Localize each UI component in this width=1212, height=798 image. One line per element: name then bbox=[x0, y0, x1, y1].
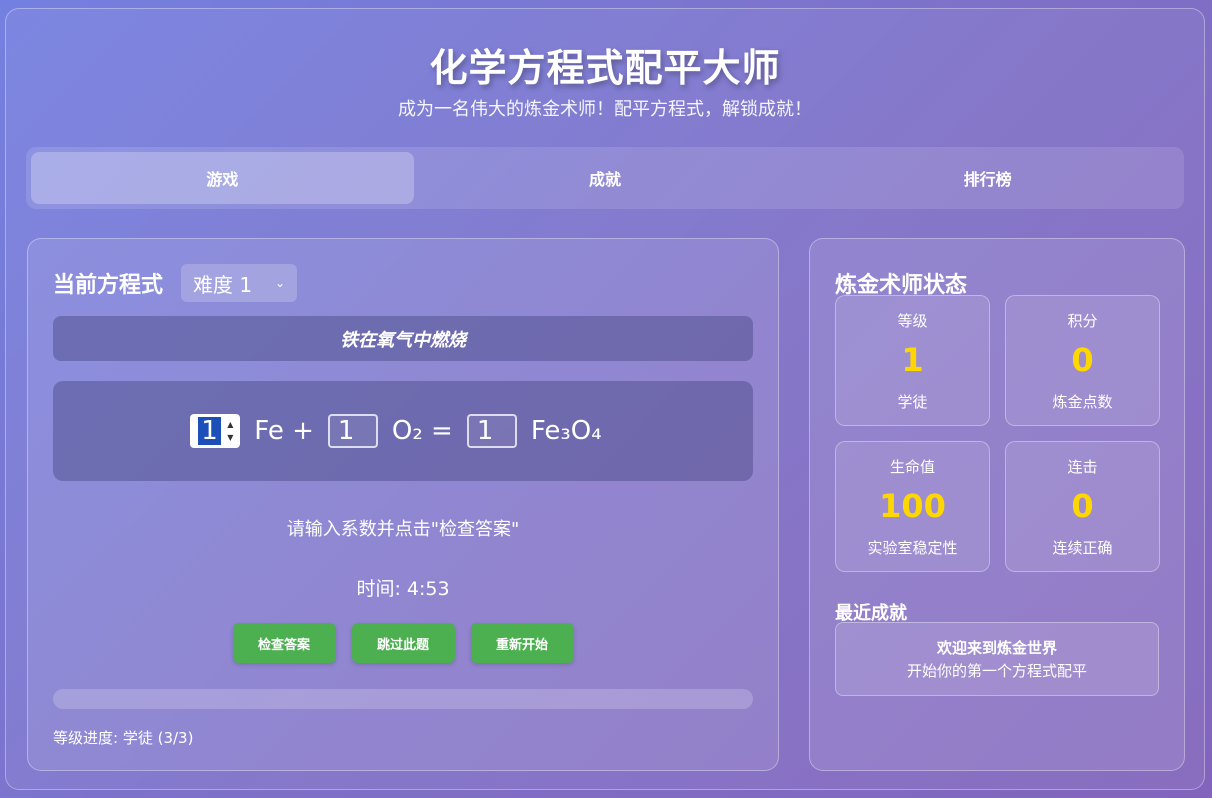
achievement-name: 欢迎来到炼金世界 bbox=[936, 639, 1057, 657]
stat-value: 100 bbox=[879, 486, 946, 525]
recent-achievement-card: 欢迎来到炼金世界 开始你的第一个方程式配平 bbox=[835, 622, 1159, 696]
timer: 时间: 4:53 bbox=[356, 578, 450, 600]
game-panel: 当前方程式 难度 1 ⌄ 铁在氧气中燃烧 1 ▲ ▼ Fe + 1 O₂ = 1… bbox=[27, 238, 779, 771]
coefficient-input-fe3o4[interactable]: 1 bbox=[466, 414, 517, 448]
check-answer-button[interactable]: 检查答案 bbox=[232, 623, 336, 663]
tab-leaderboard[interactable]: 排行榜 bbox=[796, 152, 1179, 204]
coefficient-input-fe[interactable]: 1 ▲ ▼ bbox=[190, 414, 241, 448]
stat-card-combo: 连击 0 连续正确 bbox=[1005, 441, 1160, 572]
difficulty-value: 难度 1 bbox=[193, 272, 253, 297]
page-title: 化学方程式配平大师 bbox=[429, 46, 781, 90]
number-spinner[interactable]: ▲ ▼ bbox=[224, 418, 236, 444]
tab-game[interactable]: 游戏 bbox=[31, 152, 414, 204]
restart-button[interactable]: 重新开始 bbox=[470, 623, 574, 663]
level-progress-text: 等级进度: 学徒 (3/3) bbox=[53, 729, 194, 747]
hint-text: 请输入系数并点击"检查答案" bbox=[286, 519, 520, 540]
spinner-up-icon[interactable]: ▲ bbox=[224, 418, 236, 431]
tab-achievements[interactable]: 成就 bbox=[414, 152, 797, 204]
reactant-o2: O₂ = bbox=[391, 416, 453, 446]
coefficient-input-o2[interactable]: 1 bbox=[327, 414, 378, 448]
difficulty-select[interactable]: 难度 1 ⌄ bbox=[181, 264, 298, 302]
action-buttons: 检查答案 跳过此题 重新开始 bbox=[28, 623, 778, 663]
stat-value: 1 bbox=[901, 340, 924, 379]
stat-sub: 炼金点数 bbox=[1052, 392, 1113, 411]
reactant-fe: Fe + bbox=[254, 416, 314, 446]
stat-card-level: 等级 1 学徒 bbox=[835, 295, 990, 426]
product-fe3o4: Fe₃O₄ bbox=[530, 416, 602, 446]
stat-sub: 学徒 bbox=[897, 392, 928, 411]
stat-sub: 实验室稳定性 bbox=[867, 538, 958, 557]
status-panel: 炼金术师状态 等级 1 学徒 积分 0 炼金点数 生命值 100 实验室稳定性 … bbox=[809, 238, 1185, 771]
tab-bar: 游戏 成就 排行榜 bbox=[26, 147, 1184, 209]
current-equation-heading: 当前方程式 bbox=[53, 273, 164, 298]
stat-card-score: 积分 0 炼金点数 bbox=[1005, 295, 1160, 426]
stat-grid: 等级 1 学徒 积分 0 炼金点数 生命值 100 实验室稳定性 连击 0 连续… bbox=[835, 295, 1160, 572]
page-subtitle: 成为一名伟大的炼金术师！配平方程式，解锁成就！ bbox=[398, 99, 812, 120]
stat-sub: 连续正确 bbox=[1052, 538, 1113, 557]
reaction-name: 铁在氧气中燃烧 bbox=[53, 316, 753, 361]
chevron-down-icon: ⌄ bbox=[274, 276, 286, 290]
equation-header: 当前方程式 难度 1 ⌄ bbox=[53, 264, 298, 302]
stat-label: 等级 bbox=[897, 311, 928, 330]
stat-label: 生命值 bbox=[889, 457, 935, 476]
stat-label: 积分 bbox=[1067, 311, 1098, 330]
spinner-down-icon[interactable]: ▼ bbox=[224, 431, 236, 444]
skip-button[interactable]: 跳过此题 bbox=[351, 623, 455, 663]
stat-value: 0 bbox=[1071, 486, 1094, 525]
achievement-desc: 开始你的第一个方程式配平 bbox=[906, 662, 1087, 680]
progress-bar bbox=[53, 689, 753, 709]
app-container: 化学方程式配平大师 成为一名伟大的炼金术师！配平方程式，解锁成就！ 游戏 成就 … bbox=[5, 8, 1205, 790]
stat-card-health: 生命值 100 实验室稳定性 bbox=[835, 441, 990, 572]
stat-value: 0 bbox=[1071, 340, 1094, 379]
coefficient-value: 1 bbox=[198, 417, 221, 445]
stat-label: 连击 bbox=[1067, 457, 1098, 476]
equation-box: 1 ▲ ▼ Fe + 1 O₂ = 1 Fe₃O₄ bbox=[53, 381, 753, 481]
